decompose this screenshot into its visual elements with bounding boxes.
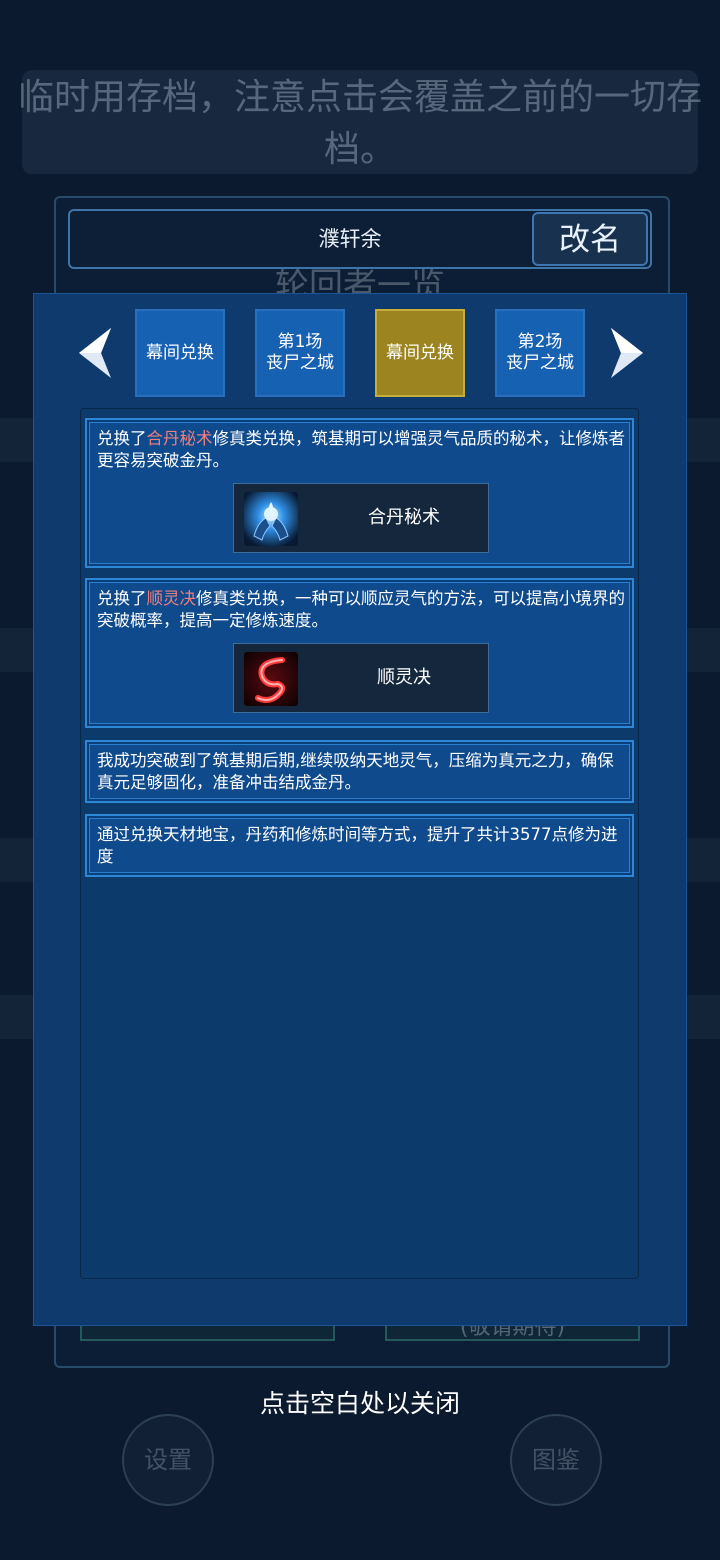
close-hint: 点击空白处以关闭 [259,1389,460,1418]
entry-highlight: 合丹秘术 [146,429,213,448]
tab-label: 幕间兑换 [386,342,454,363]
entry-text: 我成功突破到了筑基期后期,继续吸纳天地灵气，压缩为真元之力，确保真元足够固化，准… [97,751,614,792]
history-entry: 兑换了顺灵决修真类兑换，一种可以顺应灵气的方法，可以提高小境界的突破概率，提高一… [85,578,634,728]
entry-prefix: 兑换了 [97,589,147,608]
item-card[interactable]: 合丹秘术 [233,483,489,553]
history-entry: 兑换了合丹秘术修真类兑换，筑基期可以增强灵气品质的秘术，让修炼者更容易突破金丹。… [85,418,634,568]
item-name: 合丹秘术 [368,507,440,528]
tab-interlude-exchange-1[interactable]: 幕间兑换 [135,309,225,397]
save-notice-text: 临时用存档，注意点击会覆盖之前的一切存档。 [17,77,702,170]
tab-label: 第2场 丧尸之城 [506,332,574,373]
tab-scene-2[interactable]: 第2场 丧尸之城 [495,309,585,397]
tab-label: 第1场 丧尸之城 [266,332,334,373]
entry-prefix: 兑换了 [97,429,147,448]
tab-scene-1[interactable]: 第1场 丧尸之城 [255,309,345,397]
next-arrow-icon[interactable] [604,324,650,382]
entry-text: 兑换了合丹秘术修真类兑换，筑基期可以增强灵气品质的秘术，让修炼者更容易突破金丹。 [97,428,625,472]
entry-text: 兑换了顺灵决修真类兑换，一种可以顺应灵气的方法，可以提高小境界的突破概率，提高一… [97,588,625,632]
settings-button[interactable]: 设置 [122,1414,214,1506]
gallery-button[interactable]: 图鉴 [510,1414,602,1506]
tab-interlude-exchange-2[interactable]: 幕间兑换 [375,309,465,397]
blue-hands-orb-icon [244,492,298,546]
name-bar: 濮轩余 改名 [68,209,652,269]
prev-arrow-icon[interactable] [72,324,118,382]
red-swirl-icon [244,652,298,706]
history-entry: 通过兑换天材地宝，丹药和修炼时间等方式，提升了共计3577点修为进度 [85,814,634,877]
character-name: 濮轩余 [318,227,382,251]
item-name: 顺灵决 [377,667,431,688]
item-card[interactable]: 顺灵决 [233,643,489,713]
history-entry: 我成功突破到了筑基期后期,继续吸纳天地灵气，压缩为真元之力，确保真元足够固化，准… [85,740,634,803]
rename-button[interactable]: 改名 [532,212,648,266]
tab-label: 幕间兑换 [146,342,214,363]
entry-text: 通过兑换天材地宝，丹药和修炼时间等方式，提升了共计3577点修为进度 [97,825,618,866]
entry-highlight: 顺灵决 [146,589,197,608]
